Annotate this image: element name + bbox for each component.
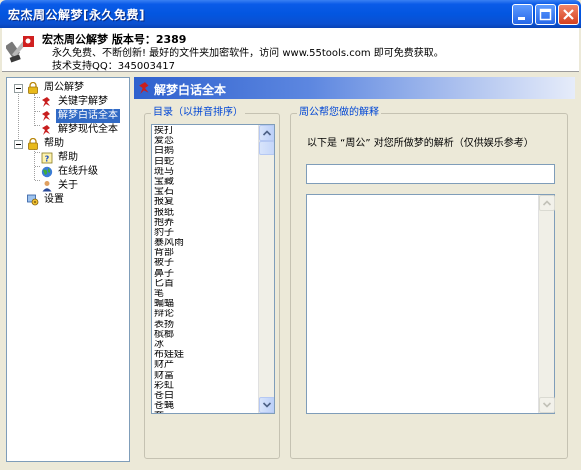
tree-label-zhougong: 周公解梦 bbox=[44, 82, 84, 93]
chevron-down-icon bbox=[542, 402, 552, 408]
dream-icon bbox=[139, 82, 149, 94]
tree-label-keyword: 关键字解梦 bbox=[58, 96, 108, 107]
dream-icon bbox=[42, 111, 50, 121]
panel-banner: 解梦白话全本 bbox=[134, 77, 575, 99]
dream-icon bbox=[42, 125, 50, 135]
tree-label-help: 帮助 bbox=[58, 152, 78, 163]
dream-query-field[interactable] bbox=[306, 164, 555, 184]
index-scrollbar[interactable] bbox=[258, 125, 274, 413]
index-items: 挨打 爱恋 白鹅 白蛇 斑马 宝藏 宝石 报复 报纸 抱养 豹子 暴风雨 背部 被子 鼻子 匕首笔蝙蝠 辩论 表扬… bbox=[154, 126, 266, 413]
scroll-down-button[interactable] bbox=[259, 397, 274, 413]
list-item[interactable]: 苍蝇 bbox=[154, 401, 266, 411]
maximize-icon bbox=[539, 8, 552, 21]
explanation-legend: 周公帮您做的解释 bbox=[297, 107, 381, 119]
app-header: 宏杰周公解梦 版本号：2389 永久免费、不断创新! 最好的文件夹加密软件，访问… bbox=[2, 28, 579, 72]
list-item[interactable]: 笔 bbox=[154, 289, 266, 299]
user-icon bbox=[42, 181, 52, 192]
lock-icon bbox=[28, 82, 38, 94]
list-item[interactable]: 表扬 bbox=[154, 320, 266, 330]
tree-label-upgrade: 在线升级 bbox=[58, 166, 98, 177]
explanation-scrollbar[interactable] bbox=[538, 195, 555, 413]
settings-icon bbox=[27, 194, 39, 206]
tree-label-about: 关于 bbox=[58, 180, 78, 191]
close-icon bbox=[563, 9, 574, 20]
list-item[interactable]: 财富 bbox=[154, 371, 266, 381]
dream-index-list[interactable]: 挨打 爱恋 白鹅 白蛇 斑马 宝藏 宝石 报复 报纸 抱养 豹子 暴风雨 背部 被子 鼻子 匕首笔蝙蝠 辩论 表扬… bbox=[151, 124, 275, 414]
list-item[interactable]: 报纸 bbox=[154, 208, 266, 218]
list-item[interactable]: 匕首 bbox=[154, 279, 266, 289]
index-group: 目录（以拼音排序） 挨打 爱恋 白鹅 白蛇 斑马 宝藏 宝石 报复 报纸 抱养 豹子 暴风雨 背部 被子鼻… bbox=[144, 107, 280, 459]
explanation-group: 周公帮您做的解释 以下是 “周公” 对您所做梦的解析（仅供娱乐参考） bbox=[290, 107, 568, 459]
dream-icon bbox=[42, 97, 50, 107]
title-bar[interactable]: 宏杰周公解梦[永久免费] bbox=[0, 0, 581, 28]
close-button[interactable] bbox=[558, 4, 579, 25]
list-item[interactable]: 爱恋 bbox=[154, 136, 266, 146]
tree-label-modern: 解梦现代全本 bbox=[58, 124, 118, 135]
tree-label-baihua: 解梦白话全本 bbox=[56, 109, 120, 123]
list-item[interactable]: 蚕 bbox=[154, 411, 266, 413]
minimize-icon bbox=[518, 17, 525, 20]
list-item[interactable]: 鼻子 bbox=[154, 269, 266, 279]
list-item[interactable]: 槟榔 bbox=[154, 330, 266, 340]
support-qq: 技术支持QQ：345003417 bbox=[52, 61, 176, 72]
app-logo-icon bbox=[6, 36, 34, 63]
scroll-thumb[interactable] bbox=[259, 141, 274, 155]
tree-label-help-group: 帮助 bbox=[44, 138, 64, 149]
minimize-button[interactable] bbox=[512, 4, 533, 25]
svg-text:?: ? bbox=[45, 155, 50, 164]
list-item[interactable]: 辩论 bbox=[154, 309, 266, 319]
list-item[interactable]: 宝藏 bbox=[154, 177, 266, 187]
list-item[interactable]: 抱养 bbox=[154, 218, 266, 228]
collapse-zhougong-toggle[interactable] bbox=[14, 84, 23, 93]
chevron-down-icon bbox=[262, 402, 272, 408]
list-item[interactable]: 蝙蝠 bbox=[154, 299, 266, 309]
client-area: 周公解梦 关键字解梦 解梦白话全本 解梦现代全本 帮助 ? 帮助 在线升级 关于… bbox=[2, 73, 579, 468]
list-item[interactable]: 冰 bbox=[154, 340, 266, 350]
panel-title: 解梦白话全本 bbox=[154, 83, 227, 97]
result-note: 以下是 “周公” 对您所做梦的解析（仅供娱乐参考） bbox=[307, 138, 534, 149]
content-panel: 解梦白话全本 目录（以拼音排序） 挨打 爱恋 白鹅 白蛇 斑马 宝藏 宝石 报复 报纸 抱养 豹子暴… bbox=[134, 77, 575, 464]
list-item[interactable]: 斑马 bbox=[154, 167, 266, 177]
maximize-button[interactable] bbox=[535, 4, 556, 25]
nav-tree[interactable]: 周公解梦 关键字解梦 解梦白话全本 解梦现代全本 帮助 ? 帮助 在线升级 关于… bbox=[6, 77, 130, 462]
collapse-help-toggle[interactable] bbox=[14, 140, 23, 149]
list-item[interactable]: 布娃娃 bbox=[154, 350, 266, 360]
list-item[interactable]: 豹子 bbox=[154, 228, 266, 238]
explain-scroll-down-button[interactable] bbox=[539, 397, 555, 413]
explanation-textarea[interactable] bbox=[306, 194, 555, 414]
window-title: 宏杰周公解梦[永久免费] bbox=[8, 8, 145, 22]
scroll-up-button[interactable] bbox=[259, 125, 274, 141]
chevron-up-icon bbox=[542, 200, 552, 206]
list-item[interactable]: 报复 bbox=[154, 197, 266, 207]
list-item[interactable]: 白鹅 bbox=[154, 146, 266, 156]
explain-scroll-up-button[interactable] bbox=[539, 195, 555, 211]
tree-label-settings: 设置 bbox=[44, 194, 64, 205]
chevron-up-icon bbox=[262, 130, 272, 136]
list-item[interactable]: 挨打 bbox=[154, 126, 266, 136]
list-item[interactable]: 彩虹 bbox=[154, 381, 266, 391]
list-item[interactable]: 苍白 bbox=[154, 391, 266, 401]
list-item[interactable]: 财产 bbox=[154, 360, 266, 370]
globe-icon bbox=[41, 166, 53, 178]
list-item[interactable]: 白蛇 bbox=[154, 157, 266, 167]
lock-icon bbox=[28, 138, 38, 150]
index-legend: 目录（以拼音排序） bbox=[151, 107, 245, 119]
list-item[interactable]: 背部 bbox=[154, 248, 266, 258]
list-item[interactable]: 宝石 bbox=[154, 187, 266, 197]
list-item[interactable]: 被子 bbox=[154, 258, 266, 268]
help-book-icon: ? bbox=[41, 152, 53, 164]
list-item[interactable]: 暴风雨 bbox=[154, 238, 266, 248]
